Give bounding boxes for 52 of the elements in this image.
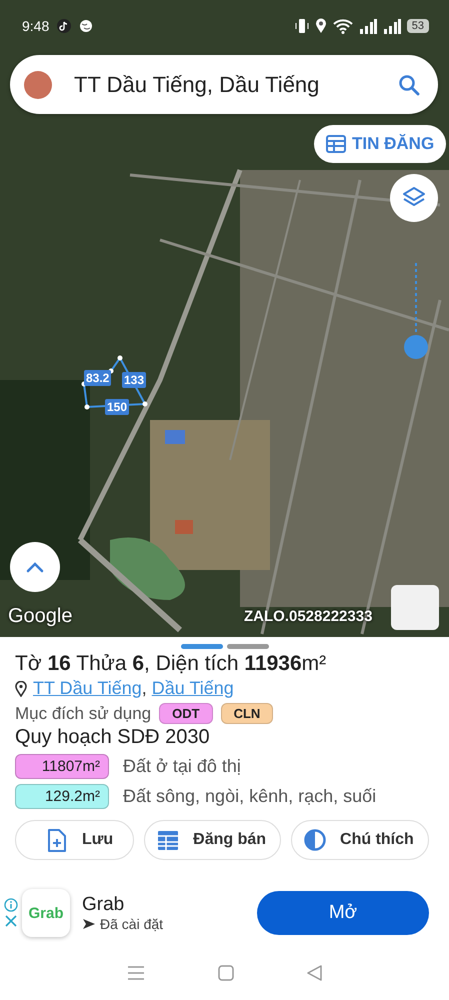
edge-length: 83.2 [84,370,112,386]
land-use-tag: ODT [159,703,213,724]
page-indicator[interactable] [227,644,269,649]
contact-overlay-text: ZALO.0528222333 [244,608,372,625]
parcel-title: Tờ 16 Thửa 6, Diện tích 11936m² [15,652,328,676]
listings-button[interactable]: TIN ĐĂNG [314,125,446,163]
home-button[interactable] [218,965,234,981]
map-attribution: Google [8,605,72,628]
file-plus-icon [46,828,68,852]
land-type-label: Đất sông, ngòi, kênh, rạch, suối [123,786,376,807]
app-logo: Grab [22,889,70,937]
search-text: TT Dầu Tiếng, Dầu Tiếng [74,72,320,98]
page-indicator[interactable] [181,644,223,649]
close-icon[interactable] [4,914,18,928]
wifi-icon [332,18,353,34]
square-icon [218,965,234,981]
table-icon [326,135,346,153]
music-note-icon [57,19,72,33]
edge-length: 150 [105,399,130,415]
land-use-tag: CLN [220,703,274,724]
avatar[interactable] [24,70,52,98]
action-button[interactable]: Chú thích [291,820,429,860]
signal-icon [358,18,377,34]
menu-icon [126,966,144,980]
app-name: Grab [82,894,126,916]
location-icon [314,18,327,34]
profile-thumbnail [391,585,439,630]
search-icon[interactable] [398,74,420,96]
back-button[interactable] [306,965,322,981]
table-icon [157,828,180,852]
separator: , [142,678,147,699]
usage-label: Mục đích sử dụng [15,704,152,724]
action-button[interactable]: Đăng bán [144,820,282,860]
recent-apps-button[interactable] [126,966,144,980]
time: 9:48 [22,18,50,34]
triangle-icon [306,965,322,981]
install-status: Đã cài đặt [100,916,164,932]
info-icon[interactable] [4,898,18,912]
half-circle-icon [304,828,326,852]
edge-length: 133 [122,372,146,388]
vibrate-icon [294,18,309,34]
area-tag: 129.2m² [15,784,109,809]
location-pin-icon [15,680,27,696]
search-bar[interactable]: TT Dầu Tiếng, Dầu Tiếng [10,55,438,114]
area-tag: 11807m² [15,754,109,779]
plan-title: Quy hoạch SDĐ 2030 [15,726,211,749]
action-button[interactable]: Lưu [15,820,134,860]
battery-level: 53 [406,19,429,33]
land-type-label: Đất ở tại đô thị [123,756,241,777]
open-button[interactable]: Mở [257,891,429,935]
chevron-up-icon [26,561,44,573]
signal-icon [382,18,401,34]
